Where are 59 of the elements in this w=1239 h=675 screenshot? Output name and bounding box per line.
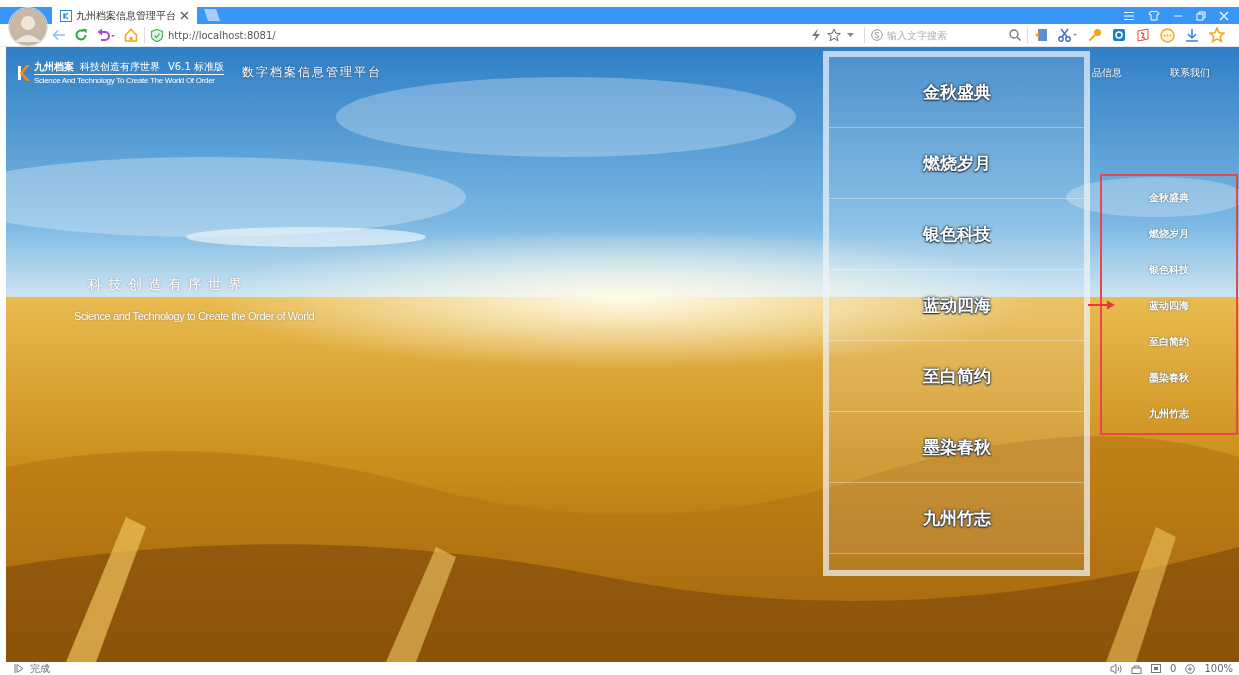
k-logo-icon <box>18 63 30 82</box>
shirt-icon[interactable] <box>1148 10 1160 21</box>
key-icon[interactable] <box>1088 28 1102 42</box>
status-text: 完成 <box>30 662 50 675</box>
new-tab-icon[interactable] <box>203 8 221 22</box>
speaker-icon[interactable] <box>1110 663 1123 674</box>
hero-headline: 科技创造有序世界 <box>88 276 248 294</box>
browser-tab[interactable]: 九州档案信息管理平台 <box>52 7 197 24</box>
home-icon[interactable] <box>124 28 138 42</box>
lightning-icon[interactable] <box>811 28 821 42</box>
reload-icon[interactable] <box>74 28 88 42</box>
theme-item[interactable]: 蓝动四海 <box>829 270 1084 341</box>
theme-item[interactable]: 至白简约 <box>829 341 1084 412</box>
address-field[interactable]: http://localhost:8081/ <box>151 28 811 42</box>
browser-icon[interactable] <box>1112 28 1126 42</box>
caret-icon[interactable] <box>847 33 854 37</box>
theme-item[interactable]: 墨染春秋 <box>829 412 1084 483</box>
scissors-icon[interactable] <box>1058 28 1078 42</box>
theme-menu-item[interactable]: 燃烧岁月 <box>1102 216 1236 252</box>
version-label: V6.1 标准版 <box>168 60 224 74</box>
star-icon[interactable] <box>1209 27 1225 43</box>
pointer-arrow <box>1088 300 1116 310</box>
page-icon <box>60 9 72 22</box>
menu-icon[interactable] <box>1123 10 1135 21</box>
download-icon[interactable] <box>1185 28 1199 42</box>
undo-icon[interactable] <box>96 28 116 42</box>
theme-item[interactable]: 金秋盛典 <box>829 57 1084 128</box>
flag-icon[interactable] <box>1136 28 1150 42</box>
close-icon[interactable] <box>180 11 189 20</box>
logo-tagline: Science And Technology To Create The World Of Order <box>34 76 216 85</box>
theme-menu-item[interactable]: 至白简约 <box>1102 324 1236 360</box>
star-icon[interactable] <box>827 28 841 42</box>
platform-title: 数字档案信息管理平台 <box>241 64 382 81</box>
restore-icon[interactable] <box>1196 10 1206 21</box>
theme-item[interactable]: 燃烧岁月 <box>829 128 1084 199</box>
lock-box-icon[interactable] <box>1131 663 1143 674</box>
search-icon[interactable] <box>1009 29 1021 41</box>
theme-menu-item[interactable]: 银色科技 <box>1102 252 1236 288</box>
back-arrow-icon[interactable] <box>52 29 66 41</box>
tab-title: 九州档案信息管理平台 <box>76 8 176 23</box>
exit-door-icon[interactable] <box>1034 28 1048 42</box>
theme-menu-item[interactable]: 蓝动四海 <box>1102 288 1236 324</box>
logo-slogan: 科技创造有序世界 <box>80 60 160 74</box>
zoom-icon[interactable] <box>1185 663 1196 674</box>
play-icon <box>14 664 24 673</box>
shield-icon <box>151 28 163 42</box>
s-circle-icon <box>871 29 883 41</box>
theme-item[interactable]: 银色科技 <box>829 199 1084 270</box>
hero-subline: Science and Technology to Create the Order of World <box>74 310 315 322</box>
logo-name: 九州档案 <box>34 60 74 74</box>
nav-link[interactable]: 联系我们 <box>1170 66 1210 80</box>
theme-menu-item[interactable]: 墨染春秋 <box>1102 360 1236 396</box>
zoom-level[interactable]: 100% <box>1204 662 1233 675</box>
window-icon[interactable] <box>1151 664 1162 673</box>
chat-bubble-icon[interactable] <box>1160 27 1175 43</box>
counter-text: 0 <box>1170 662 1177 675</box>
theme-menu-item[interactable]: 九州竹志 <box>1102 396 1236 432</box>
nav-link[interactable]: 品信息 <box>1092 66 1122 80</box>
theme-item[interactable]: 九州竹志 <box>829 483 1084 554</box>
